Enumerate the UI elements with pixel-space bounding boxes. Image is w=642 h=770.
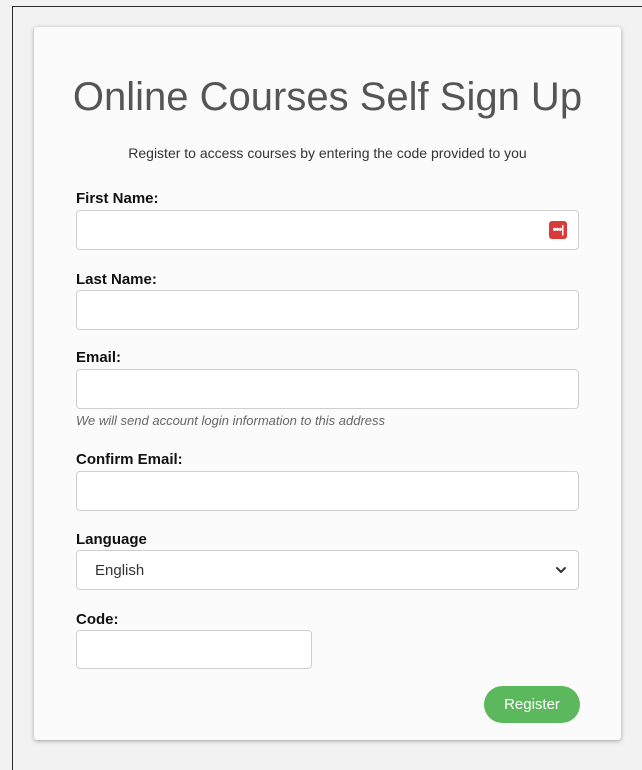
- language-select[interactable]: English: [76, 550, 579, 590]
- language-selected-value: English: [95, 562, 145, 579]
- first-name-field[interactable]: •••|: [76, 210, 579, 250]
- code-label: Code:: [76, 611, 119, 628]
- last-name-field[interactable]: [76, 290, 579, 330]
- signup-card: Online Courses Self Sign Up Register to …: [34, 27, 621, 740]
- code-field[interactable]: [76, 630, 312, 669]
- page-subtitle: Register to access courses by entering t…: [128, 145, 527, 161]
- email-label: Email:: [76, 349, 122, 366]
- password-manager-icon[interactable]: •••|: [549, 221, 567, 239]
- chevron-down-icon: [556, 567, 566, 573]
- last-name-label: Last Name:: [76, 271, 157, 288]
- email-field[interactable]: [76, 369, 579, 409]
- first-name-label: First Name:: [76, 190, 159, 207]
- register-button[interactable]: Register: [484, 686, 580, 723]
- page-title: Online Courses Self Sign Up: [72, 75, 583, 119]
- language-label: Language: [76, 531, 147, 548]
- confirm-email-label: Confirm Email:: [76, 451, 183, 468]
- confirm-email-field[interactable]: [76, 471, 579, 511]
- email-hint: We will send account login information t…: [76, 413, 386, 428]
